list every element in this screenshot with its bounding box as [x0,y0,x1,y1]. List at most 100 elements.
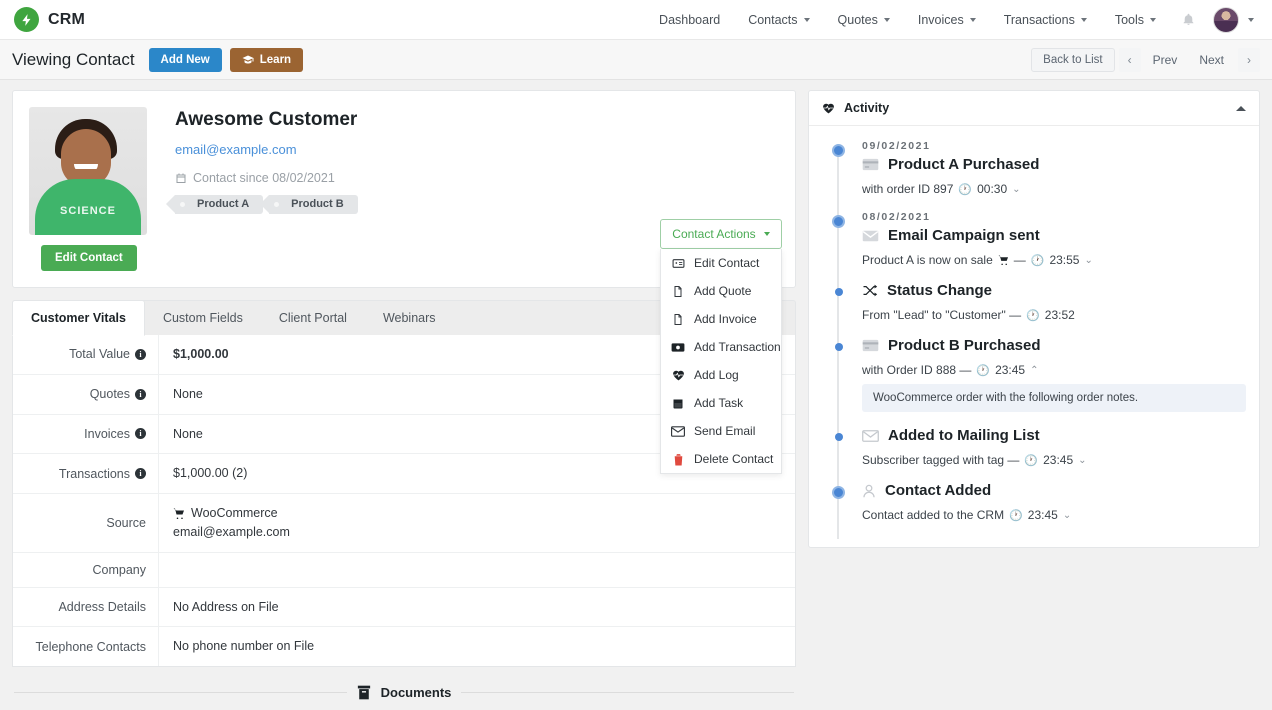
activity-note: WooCommerce order with the following ord… [862,384,1246,412]
file-icon [671,285,685,298]
tab-client-portal[interactable]: Client Portal [261,301,365,335]
row-label: Company [13,553,159,587]
timeline-dot [835,288,843,296]
row-label: Source [13,494,159,552]
menu-label: Add Transaction [694,340,781,354]
timeline-dot [835,433,843,441]
file-icon [671,313,685,326]
info-icon[interactable]: i [135,468,146,479]
activity-title-text: Contact Added [885,482,991,499]
nav-label: Tools [1115,13,1144,27]
chevron-down-icon[interactable]: ⌄ [1084,255,1092,266]
tab-customer-vitals[interactable]: Customer Vitals [12,300,145,336]
menu-label: Edit Contact [694,256,759,270]
tab-webinars[interactable]: Webinars [365,301,454,335]
activity-panel-header: Activity [809,91,1259,126]
menu-label: Delete Contact [694,452,773,466]
menu-item-add-task[interactable]: Add Task [661,389,781,417]
top-navigation-bar: CRM Dashboard Contacts Quotes Invoices T… [0,0,1272,40]
heartbeat-icon [671,369,685,381]
menu-item-add-invoice[interactable]: Add Invoice [661,305,781,333]
activity-title-row: Product B Purchased [862,337,1246,354]
chevron-up-icon[interactable] [1236,106,1246,111]
activity-sub-label: Product A is now on sale [862,253,993,267]
nav-label: Quotes [838,13,878,27]
chevron-up-icon[interactable]: ⌃ [1030,365,1038,376]
menu-item-delete-contact[interactable]: Delete Contact [661,445,781,473]
row-label-text: Quotes [90,387,130,401]
activity-title-row: Contact Added [862,482,1246,499]
menu-item-edit-contact[interactable]: Edit Contact [661,249,781,277]
tag-product-b[interactable]: Product B [269,195,358,214]
prev-button[interactable]: Prev [1143,48,1188,72]
activity-title-text: Product A Purchased [888,156,1039,173]
menu-item-add-quote[interactable]: Add Quote [661,277,781,305]
contact-actions-button[interactable]: Contact Actions [660,219,782,249]
activity-date: 09/02/2021 [862,140,1246,152]
menu-item-send-email[interactable]: Send Email [661,417,781,445]
row-label-text: Telephone Contacts [36,640,147,654]
brand-logo[interactable]: CRM [14,7,85,32]
back-to-list-button[interactable]: Back to List [1031,48,1114,72]
activity-title-text: Product B Purchased [888,337,1041,354]
activity-time: 23:45 [1043,453,1073,467]
row-label-text: Company [93,563,147,577]
contact-tags: Product A Product B [175,195,358,214]
user-menu[interactable] [1207,7,1258,33]
menu-item-add-log[interactable]: Add Log [661,361,781,389]
graduation-cap-icon [242,54,254,66]
menu-item-add-transaction[interactable]: Add Transaction [661,333,781,361]
id-card-icon [671,257,685,270]
envelope-outline-icon [862,430,879,442]
learn-button[interactable]: Learn [230,48,303,72]
activity-time: 00:30 [977,182,1007,196]
activity-subtext: with order ID 897 🕐 00:30 ⌄ [862,182,1246,196]
nav-item-transactions[interactable]: Transactions [990,0,1101,40]
left-column: Edit Contact Awesome Customer email@exam… [12,90,796,700]
activity-time: 23:45 [995,363,1025,377]
nav-item-contacts[interactable]: Contacts [734,0,823,40]
clock-icon: 🕐 [1009,509,1023,522]
chevron-down-icon [1081,18,1087,22]
page-title: Viewing Contact [12,50,135,70]
row-label-text: Address Details [58,600,146,614]
activity-item: Added to Mailing List Subscriber tagged … [822,427,1246,482]
next-button[interactable]: Next [1189,48,1234,72]
row-value: No phone number on File [159,627,328,666]
contact-email-link[interactable]: email@example.com [175,142,358,157]
info-icon[interactable]: i [135,428,146,439]
tab-custom-fields[interactable]: Custom Fields [145,301,261,335]
documents-section-divider: Documents [12,685,796,700]
contact-since-label: Contact since 08/02/2021 [193,171,335,185]
contact-actions-menu: Edit Contact Add Quote Add Invoice [660,249,782,474]
edit-contact-button[interactable]: Edit Contact [41,245,137,271]
chevron-down-icon[interactable]: ⌄ [1012,184,1020,195]
nav-item-quotes[interactable]: Quotes [824,0,904,40]
nav-label: Transactions [1004,13,1075,27]
info-icon[interactable]: i [135,389,146,400]
credit-card-icon [862,339,879,352]
chevron-down-icon[interactable]: ⌄ [1063,510,1071,521]
row-label-text: Invoices [84,427,130,441]
activity-sub-label: Contact added to the CRM [862,508,1004,522]
activity-title-text: Status Change [887,282,992,299]
chevron-down-icon[interactable]: ⌄ [1078,455,1086,466]
table-row: Source WooCommerce email@example.com [13,494,795,553]
nav-item-tools[interactable]: Tools [1101,0,1170,40]
contact-summary-card: Edit Contact Awesome Customer email@exam… [12,90,796,288]
info-icon[interactable]: i [135,349,146,360]
nav-item-dashboard[interactable]: Dashboard [645,0,734,40]
add-new-button[interactable]: Add New [149,48,222,72]
chevron-down-icon [804,18,810,22]
tag-product-a[interactable]: Product A [175,195,263,214]
activity-sub-label: Subscriber tagged with tag — [862,453,1019,467]
menu-label: Add Log [694,368,739,382]
prev-arrow-button[interactable]: ‹ [1119,48,1141,72]
documents-label-group[interactable]: Documents [357,685,452,700]
main-nav: Dashboard Contacts Quotes Invoices Trans… [645,0,1258,40]
nav-item-invoices[interactable]: Invoices [904,0,990,40]
activity-sub-label: with Order ID 888 — [862,363,971,377]
next-arrow-button[interactable]: › [1238,48,1260,72]
row-label-text: Transactions [59,467,130,481]
bell-icon[interactable] [1170,13,1207,26]
